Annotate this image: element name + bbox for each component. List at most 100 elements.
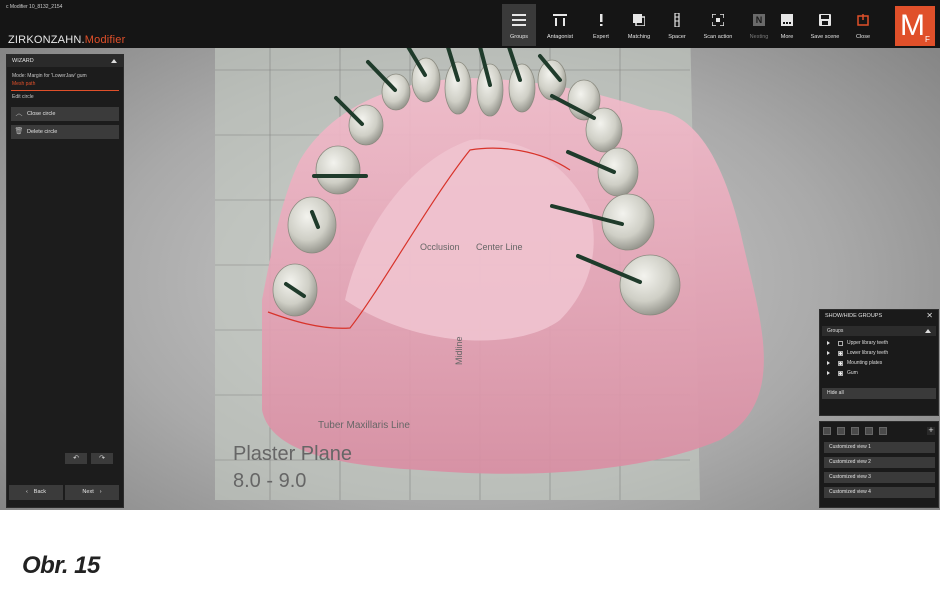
show-hide-groups-panel: SHOW/HIDE GROUPS ✕ Groups Upper library … — [819, 309, 939, 416]
expand-triangle-icon[interactable] — [827, 341, 830, 345]
close-button[interactable]: Close — [846, 4, 880, 46]
group-item-lower-library-teeth[interactable]: Lower library teeth — [820, 348, 938, 358]
tooth — [597, 147, 639, 197]
undo-icon: ↶ — [73, 455, 79, 462]
more-icon — [779, 12, 795, 28]
tooth — [287, 196, 337, 254]
close-label: Close — [855, 34, 871, 40]
group-item-label: Gum — [847, 370, 858, 376]
groups-label: Groups — [509, 34, 529, 40]
top-bar: c Modifier 10_8132_2154 ZIRKONZAHN.Modif… — [0, 0, 940, 48]
groups-panel-header: SHOW/HIDE GROUPS ✕ — [820, 310, 938, 322]
collapse-caret-icon[interactable] — [925, 329, 931, 333]
hide-all-button[interactable]: Hide all — [822, 388, 936, 399]
expert-label: Expert — [593, 34, 609, 40]
antagonist-icon — [552, 12, 568, 28]
nesting-glyph: N — [753, 14, 765, 26]
brand-name: ZIRKONZAHN. — [8, 34, 85, 46]
more-label: More — [780, 34, 794, 40]
tooth — [508, 63, 536, 113]
group-checkbox[interactable] — [838, 370, 843, 376]
undo-redo-row: ↶ ↷ — [65, 453, 113, 464]
view-preset-icon[interactable] — [837, 427, 845, 435]
occlusion-label: Occlusion — [420, 242, 460, 252]
spacer-label: Spacer — [668, 34, 686, 40]
scan-icon — [710, 12, 726, 28]
group-checkbox[interactable] — [838, 350, 843, 356]
power-icon — [855, 12, 871, 28]
wizard-title: WIZARD — [12, 58, 34, 64]
group-item-label: Mounting plates — [847, 360, 883, 366]
group-checkbox[interactable] — [838, 340, 843, 346]
group-item-upper-library-teeth[interactable]: Upper library teeth — [820, 338, 938, 348]
secondary-toolbar: More Save scene Close — [770, 4, 884, 46]
add-view-icon[interactable]: + — [927, 426, 935, 435]
group-item-label: Lower library teeth — [847, 350, 889, 356]
spacer-button[interactable]: Spacer — [660, 4, 694, 46]
view-preset-icon[interactable] — [851, 427, 859, 435]
view-preset-icon[interactable] — [823, 427, 831, 435]
caret-up-icon: ︿ — [15, 110, 23, 117]
close-circle-button[interactable]: ︿ Close circle — [11, 107, 119, 121]
tooth — [348, 104, 384, 146]
plaster-range-label: 8.0 - 9.0 — [233, 470, 306, 492]
customized-view-1-button[interactable]: Customized view 1 — [824, 442, 935, 453]
groups-subheader-label: Groups — [827, 328, 844, 334]
brand-logo: ZIRKONZAHN.Modifier — [8, 34, 126, 46]
hamburger-icon — [511, 12, 527, 28]
nesting-icon: N — [751, 12, 767, 28]
expand-triangle-icon[interactable] — [827, 351, 830, 355]
save-scene-button[interactable]: Save scene — [808, 4, 842, 46]
view-preset-icon[interactable] — [865, 427, 873, 435]
matching-button[interactable]: Matching — [622, 4, 656, 46]
app-window: Occlusion Center Line Midline Tuber Maxi… — [0, 0, 940, 510]
group-checkbox[interactable] — [838, 360, 843, 366]
wizard-nav: ‹ Back Next › — [9, 485, 119, 500]
plaster-plane-label: Plaster Plane — [233, 443, 352, 465]
spacer-icon — [669, 12, 685, 28]
view-presets-row: + — [820, 422, 938, 438]
expand-triangle-icon[interactable] — [827, 371, 830, 375]
back-button[interactable]: ‹ Back — [9, 485, 63, 500]
close-icon[interactable]: ✕ — [926, 310, 933, 322]
group-item-mounting-plates[interactable]: Mounting plates — [820, 358, 938, 368]
expert-button[interactable]: Expert — [584, 4, 618, 46]
exclamation-icon — [593, 12, 609, 28]
tooth — [315, 145, 361, 195]
delete-circle-label: Delete circle — [27, 129, 58, 135]
edit-circle-label: Edit circle — [12, 94, 34, 100]
save-scene-label: Save scene — [810, 34, 840, 40]
matching-icon — [631, 12, 647, 28]
window-title: c Modifier 10_8132_2154 — [6, 4, 63, 10]
delete-circle-button[interactable]: 🗑 Delete circle — [11, 125, 119, 139]
wizard-panel: WIZARD Mode: Margin for 'LowerJaw' gum M… — [6, 54, 124, 508]
scan-action-label: Scan action — [703, 34, 733, 40]
groups-button[interactable]: Groups — [502, 4, 536, 46]
expand-triangle-icon[interactable] — [827, 361, 830, 365]
customized-view-3-button[interactable]: Customized view 3 — [824, 472, 935, 483]
brand-accent: Modifier — [84, 34, 126, 46]
tooth — [444, 61, 472, 115]
scan-action-button[interactable]: Scan action — [698, 4, 738, 46]
customized-views-panel: + Customized view 1 Customized view 2 Cu… — [819, 421, 939, 508]
next-label: Next — [82, 489, 94, 495]
antagonist-button[interactable]: Antagonist — [540, 4, 580, 46]
customized-view-4-button[interactable]: Customized view 4 — [824, 487, 935, 498]
wizard-header[interactable]: WIZARD — [7, 55, 123, 67]
nesting-label: Nesting — [749, 34, 769, 40]
view-preset-icon[interactable] — [879, 427, 887, 435]
next-button[interactable]: Next › — [65, 485, 119, 500]
app-logo: MF — [895, 6, 935, 46]
3d-viewport[interactable]: Occlusion Center Line Midline Tuber Maxi… — [0, 0, 940, 510]
collapse-caret-icon[interactable] — [111, 59, 117, 63]
group-item-label: Upper library teeth — [847, 340, 889, 346]
more-button[interactable]: More — [770, 4, 804, 46]
save-icon — [817, 12, 833, 28]
undo-button[interactable]: ↶ — [65, 453, 87, 464]
main-toolbar: Groups Antagonist Expert Matching Spacer… — [502, 4, 780, 46]
customized-view-2-button[interactable]: Customized view 2 — [824, 457, 935, 468]
group-item-gum[interactable]: Gum — [820, 368, 938, 378]
groups-subheader[interactable]: Groups — [822, 326, 936, 336]
close-circle-label: Close circle — [27, 111, 56, 117]
redo-button[interactable]: ↷ — [91, 453, 113, 464]
